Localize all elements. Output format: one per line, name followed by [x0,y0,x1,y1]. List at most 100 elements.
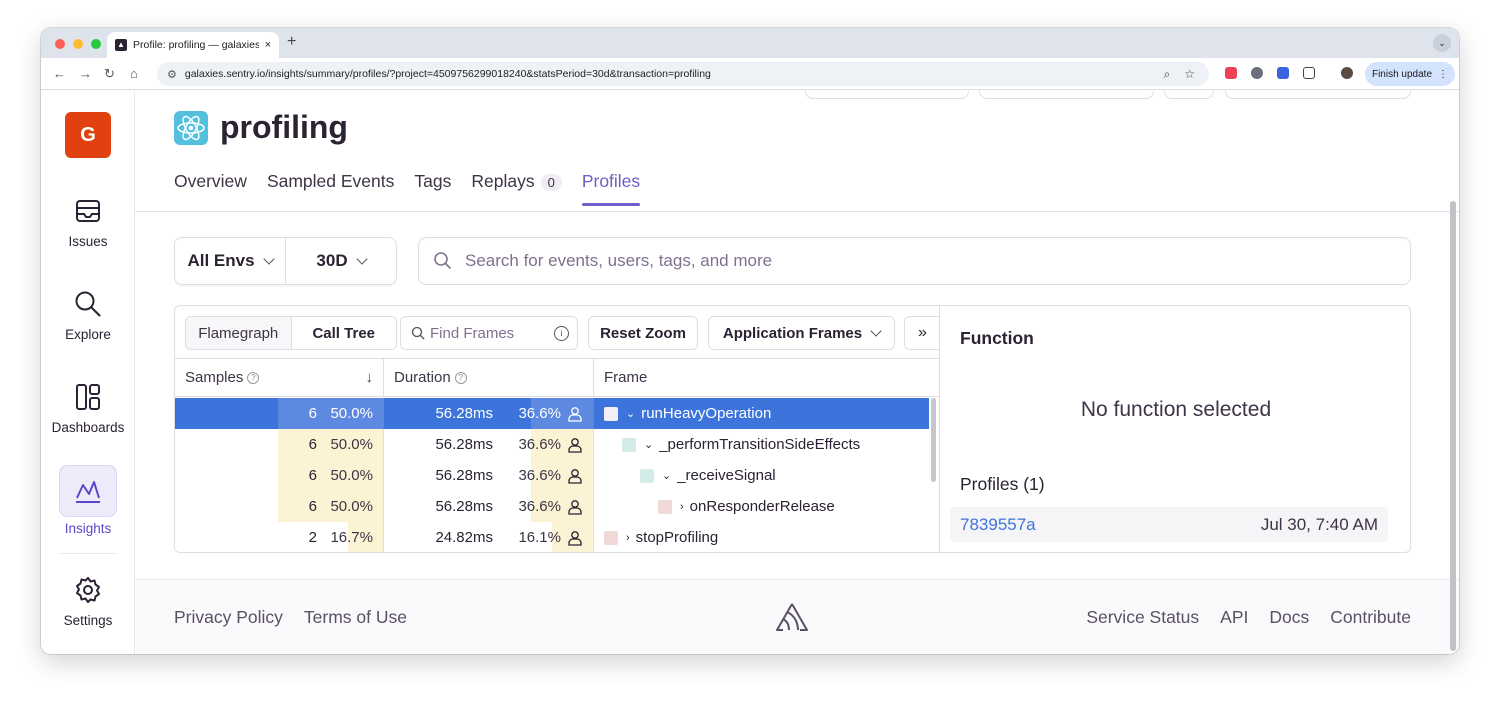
site-settings-icon[interactable]: ⚙ [167,68,177,81]
contribute-link[interactable]: Contribute [1330,607,1411,628]
chevron-down-icon[interactable]: ⌄ [644,438,653,451]
reset-zoom-button[interactable]: Reset Zoom [588,316,698,350]
zoom-window-button[interactable] [91,39,101,49]
url-text[interactable]: galaxies.sentry.io/insights/summary/prof… [185,68,711,80]
tab-sampled-events[interactable]: Sampled Events [267,171,394,206]
find-frames-input[interactable]: Find Frames i [400,316,578,350]
call-tree-view-button[interactable]: Call Tree [290,317,396,349]
browser-tab[interactable]: ▲ Profile: profiling — galaxies — × [107,32,279,58]
home-icon[interactable]: ⌂ [130,66,138,81]
tab-search-button[interactable]: ⌄ [1433,34,1451,52]
info-icon[interactable]: i [554,325,569,341]
flamegraph-view-button[interactable]: Flamegraph [186,317,291,349]
chevron-down-icon[interactable]: ⌄ [662,469,671,482]
sidebar-item-insights[interactable]: Insights [47,465,129,536]
browser-window: ▲ Profile: profiling — galaxies — × + ⌄ … [41,28,1459,654]
tab-overview[interactable]: Overview [174,171,247,206]
sidebar-item-issues[interactable]: Issues [47,196,129,249]
close-window-button[interactable] [55,39,65,49]
chevron-right-icon[interactable]: › [626,532,630,544]
samples-column-header[interactable]: Samples? ↓ [175,359,384,396]
header-action-button[interactable] [805,91,969,99]
sentry-favicon-icon: ▲ [115,39,127,51]
sidebar: G Issues Explore Dashboards Insights Set… [41,91,135,654]
service-status-link[interactable]: Service Status [1086,607,1199,628]
user-code-icon [568,499,582,515]
samples-cell: 2 16.7% [175,522,384,552]
terms-link[interactable]: Terms of Use [304,607,407,628]
user-code-icon [568,530,582,546]
duration-cell: 24.82ms 16.1% [384,522,594,552]
bookmark-star-icon[interactable]: ☆ [1184,67,1195,82]
address-bar[interactable]: ⚙ galaxies.sentry.io/insights/summary/pr… [157,62,1209,86]
gear-icon [73,575,103,605]
pocket-extension-icon[interactable] [1225,67,1237,79]
search-icon [411,326,425,340]
table-row[interactable]: 6 50.0% 56.28ms 36.6% ⌄ _receiveSignal [175,460,929,491]
table-row[interactable]: 6 50.0% 56.28ms 36.6% › onResponderRelease [175,491,929,522]
sort-desc-icon[interactable]: ↓ [366,369,374,386]
duration-cell: 56.28ms 36.6% [384,491,594,522]
issues-icon [73,196,103,226]
page-header: profiling [174,109,348,146]
help-icon[interactable]: ? [247,371,260,384]
call-tree-scrollbar[interactable] [931,398,936,482]
window-controls[interactable] [55,39,101,49]
application-frames-dropdown[interactable]: Application Frames [708,316,895,350]
privacy-policy-link[interactable]: Privacy Policy [174,607,283,628]
search-icon [73,289,103,319]
browser-menu-icon[interactable]: ⋮ [1438,69,1448,80]
header-action-button[interactable] [979,91,1154,99]
sidebar-item-dashboards[interactable]: Dashboards [47,382,129,435]
duration-value: 56.28ms [435,467,493,484]
header-action-button[interactable] [1225,91,1411,99]
user-code-icon [568,468,582,484]
frame-color-swatch [640,468,654,483]
duration-value: 56.28ms [435,498,493,515]
sidebar-item-label: Issues [68,234,108,249]
extension-icon[interactable] [1251,67,1263,79]
profile-avatar[interactable] [1341,67,1353,79]
table-row[interactable]: 6 50.0% 56.28ms 36.6% ⌄ runHeavyOperation [175,398,929,429]
env-filter[interactable]: All Envs [175,251,285,271]
sidebar-item-settings[interactable]: Settings [47,575,129,628]
table-row[interactable]: 6 50.0% 56.28ms 36.6% ⌄ _performTransitionSid… [175,429,929,460]
profile-id-link[interactable]: 7839557a [960,515,1036,535]
extensions-puzzle-icon[interactable] [1303,67,1315,79]
chevron-down-icon [355,252,368,265]
sidebar-item-explore[interactable]: Explore [47,289,129,342]
minimize-window-button[interactable] [73,39,83,49]
back-icon[interactable]: ← [53,66,66,81]
tab-title: Profile: profiling — galaxies — [133,39,259,51]
password-extension-icon[interactable] [1277,67,1289,79]
replays-count-badge: 0 [540,174,562,191]
search-placeholder: Search for events, users, tags, and more [465,251,773,270]
tab-replays[interactable]: Replays 0 [471,171,562,206]
zoom-icon[interactable]: ⌕ [1164,67,1171,82]
api-link[interactable]: API [1220,607,1248,628]
chevron-down-icon[interactable]: ⌄ [626,407,635,420]
table-row[interactable]: 2 16.7% 24.82ms 16.1% › stopProfiling [175,522,929,552]
page-scrollbar[interactable] [1450,201,1456,651]
forward-icon[interactable]: → [79,66,92,81]
expand-panel-button[interactable]: » [904,316,940,350]
tab-tags[interactable]: Tags [414,171,451,206]
period-filter-label: 30D [316,251,348,270]
chevron-right-icon[interactable]: › [680,501,684,513]
reload-icon[interactable]: ↻ [104,66,115,82]
docs-link[interactable]: Docs [1269,607,1309,628]
search-icon [434,252,452,270]
new-tab-button[interactable]: + [287,33,296,51]
tab-profiles[interactable]: Profiles [581,171,641,206]
header-action-button[interactable] [1164,91,1214,99]
org-avatar[interactable]: G [65,112,111,158]
period-filter[interactable]: 30D [285,238,396,284]
help-icon[interactable]: ? [454,371,467,384]
duration-column-header[interactable]: Duration? [384,359,594,396]
sample-percent: 50.0% [330,436,373,453]
search-input[interactable]: Search for events, users, tags, and more [418,237,1411,285]
duration-percent: 36.6% [518,467,561,484]
finish-update-label: Finish update [1371,68,1433,80]
tab-close-icon[interactable]: × [265,39,271,51]
finish-update-button[interactable]: Finish update ⋮ [1365,62,1455,86]
